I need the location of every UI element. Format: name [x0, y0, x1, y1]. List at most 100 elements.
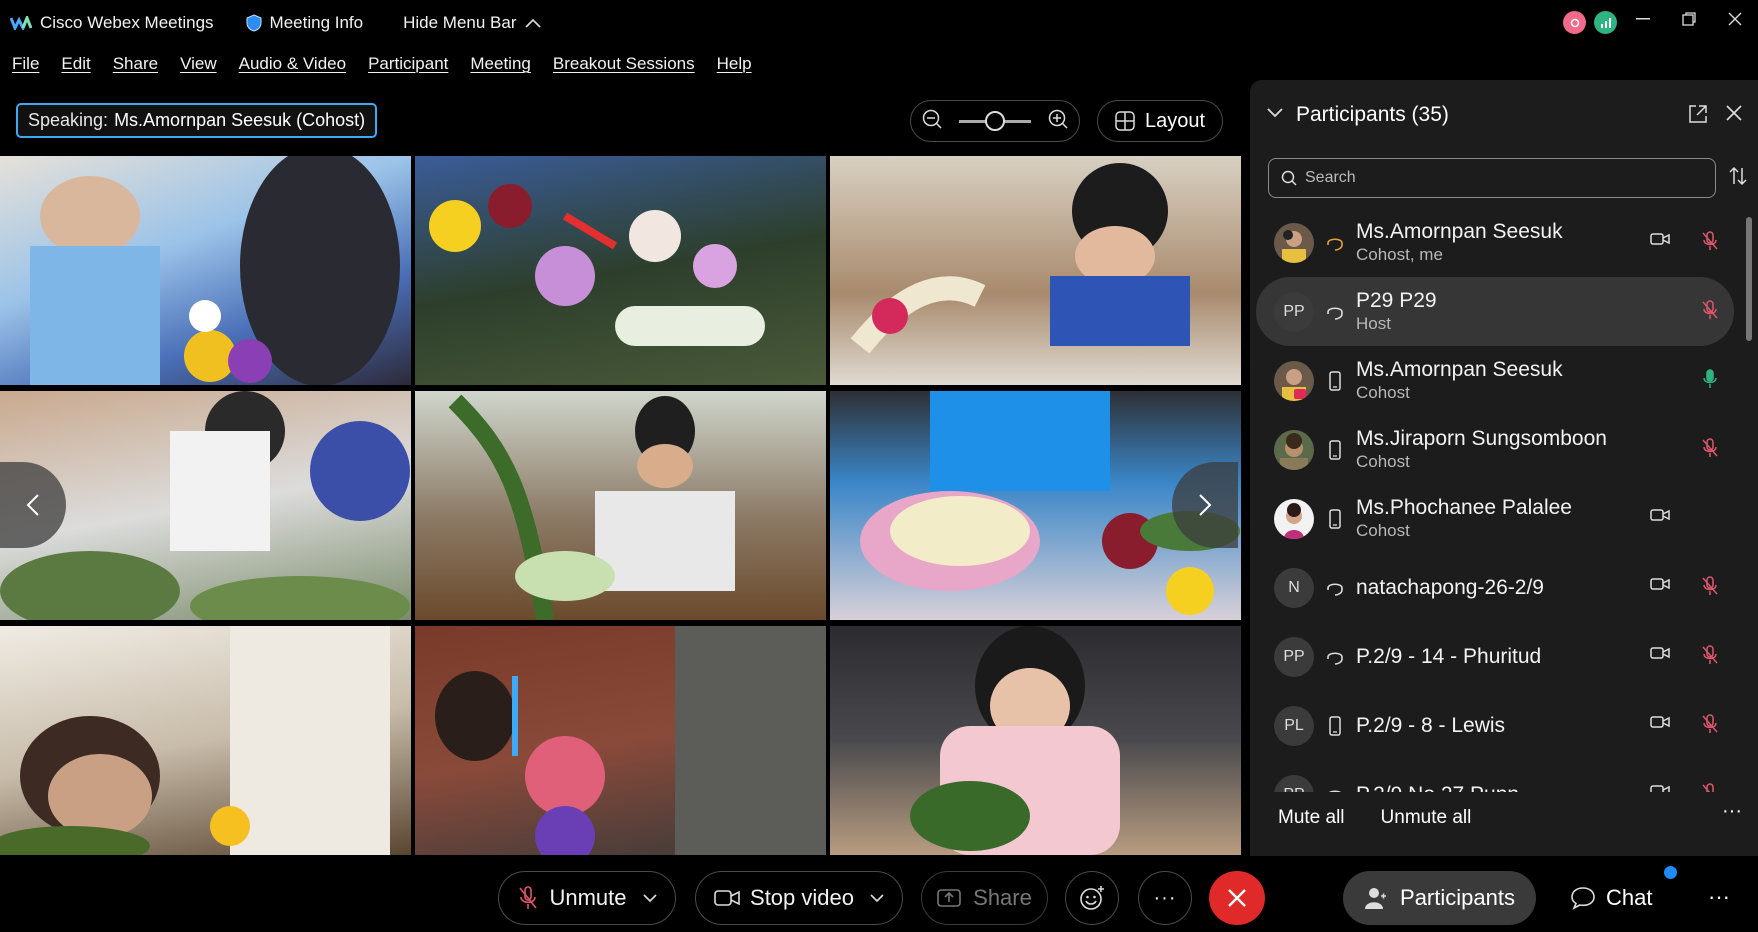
participant-row[interactable]: Ms.Jiraporn Sungsomboon Cohost [1250, 415, 1740, 484]
speaking-label: Speaking: [28, 110, 109, 130]
video-camera-icon[interactable] [1650, 715, 1670, 734]
menu-file[interactable]: File [12, 54, 39, 74]
menu-share[interactable]: Share [113, 54, 158, 74]
chat-button[interactable]: Chat [1570, 871, 1652, 925]
participant-row[interactable]: PP P.2/9 - 14 - Phuritud [1250, 622, 1740, 691]
webex-logo-icon [10, 15, 32, 31]
chevron-down-icon [642, 894, 657, 903]
participant-row[interactable]: Ms.Amornpan Seesuk Cohost, me [1250, 208, 1740, 277]
zoom-slider[interactable] [959, 110, 1031, 131]
unmute-all-button[interactable]: Unmute all [1381, 807, 1472, 829]
participant-row[interactable]: Ms.Amornpan Seesuk Cohost [1250, 346, 1740, 415]
meeting-info-button[interactable]: Meeting Info [246, 13, 363, 33]
muted-mic-icon[interactable] [1700, 782, 1720, 792]
avatar-initials: N [1288, 578, 1300, 596]
pop-out-icon[interactable] [1688, 104, 1708, 129]
stop-video-button[interactable]: Stop video [695, 871, 903, 925]
video-tile[interactable] [0, 156, 411, 385]
video-tile[interactable] [415, 156, 826, 385]
participant-info: P.2/9 - 8 - Lewis [1356, 714, 1505, 738]
headset-icon [1324, 303, 1346, 321]
close-icon [1228, 889, 1246, 907]
muted-mic-icon[interactable] [1700, 437, 1720, 464]
sort-icon[interactable] [1728, 166, 1748, 191]
more-toolbar-options-icon[interactable]: ··· [1708, 884, 1730, 910]
mute-all-button[interactable]: Mute all [1278, 807, 1345, 829]
menu-audio-video[interactable]: Audio & Video [239, 54, 346, 74]
unmute-label: Unmute [549, 885, 627, 910]
scrollbar-thumb[interactable] [1746, 217, 1752, 341]
more-options-icon[interactable]: ··· [1722, 800, 1742, 823]
avatar: PP [1274, 291, 1314, 332]
participant-search [1268, 158, 1716, 198]
muted-mic-icon[interactable] [1700, 230, 1720, 257]
participant-name: P.2/9 - 14 - Phuritud [1356, 644, 1542, 668]
video-tile[interactable] [830, 626, 1241, 855]
menu-meeting[interactable]: Meeting [470, 54, 530, 74]
participant-name: Ms.Phochanee Palalee [1356, 496, 1572, 519]
video-camera-icon [714, 890, 740, 906]
participant-name: Ms.Jiraporn Sungsomboon [1356, 427, 1607, 450]
restore-icon[interactable] [1666, 0, 1712, 38]
layout-button[interactable]: Layout [1097, 100, 1223, 142]
participants-panel: Participants (35) Ms.Amornpan Seesuk Coh… [1250, 80, 1758, 856]
headset-icon [1324, 234, 1346, 252]
search-input[interactable] [1305, 169, 1685, 187]
avatar: PP [1274, 774, 1314, 792]
video-camera-icon[interactable] [1650, 508, 1670, 527]
video-camera-icon[interactable] [1650, 232, 1670, 251]
participant-row[interactable]: PL P.2/9 - 8 - Lewis [1250, 691, 1740, 760]
active-mic-icon[interactable] [1700, 368, 1720, 395]
participants-button[interactable]: Participants [1343, 871, 1536, 925]
reactions-button[interactable] [1065, 871, 1119, 925]
phone-icon [1324, 370, 1346, 391]
participant-name: P29 P29 [1356, 289, 1437, 312]
hide-menu-bar-button[interactable]: Hide Menu Bar [403, 13, 541, 33]
avatar [1274, 222, 1314, 263]
muted-mic-icon[interactable] [1700, 713, 1720, 740]
unmute-button[interactable]: Unmute [498, 871, 676, 925]
video-camera-icon[interactable] [1650, 784, 1670, 792]
muted-mic-icon[interactable] [1700, 644, 1720, 671]
minimize-icon[interactable] [1620, 0, 1666, 38]
chevron-right-icon [1199, 494, 1212, 516]
video-tile[interactable] [0, 626, 411, 855]
menu-breakout-sessions[interactable]: Breakout Sessions [553, 54, 695, 74]
menu-help[interactable]: Help [717, 54, 752, 74]
network-health-icon[interactable] [1594, 11, 1617, 34]
participant-row[interactable]: N natachapong-26-2/9 [1250, 553, 1740, 622]
muted-mic-icon[interactable] [1700, 299, 1720, 326]
zoom-out-icon[interactable] [921, 108, 943, 135]
muted-mic-icon [519, 886, 538, 909]
participant-list-scrollbar[interactable] [1746, 205, 1752, 785]
participant-name: Ms.Amornpan Seesuk [1356, 358, 1563, 381]
share-button[interactable]: Share [921, 871, 1048, 925]
video-camera-icon[interactable] [1650, 646, 1670, 665]
menu-view[interactable]: View [180, 54, 217, 74]
hide-menu-label: Hide Menu Bar [403, 13, 517, 32]
avatar-initials: PP [1283, 302, 1305, 320]
title-bar: Cisco Webex Meetings Meeting Info Hide M… [0, 0, 1758, 46]
participant-row[interactable]: PP P.2/9 No.27 Punn [1250, 760, 1740, 792]
zoom-slider-handle[interactable] [985, 110, 1005, 131]
leave-meeting-button[interactable] [1209, 871, 1265, 925]
muted-mic-icon[interactable] [1700, 575, 1720, 602]
menu-edit[interactable]: Edit [61, 54, 90, 74]
more-options-button[interactable]: ··· [1138, 871, 1192, 925]
avatar: PP [1274, 636, 1314, 677]
menu-participant[interactable]: Participant [368, 54, 448, 74]
participants-icon [1365, 888, 1387, 909]
video-camera-icon[interactable] [1650, 577, 1670, 596]
video-tile[interactable] [830, 156, 1241, 385]
zoom-in-icon[interactable] [1047, 108, 1069, 135]
close-window-icon[interactable] [1712, 0, 1758, 38]
video-tile[interactable] [415, 391, 826, 620]
stop-video-label: Stop video [750, 885, 854, 910]
collapse-panel-icon[interactable] [1266, 106, 1284, 124]
participant-info: natachapong-26-2/9 [1356, 576, 1544, 600]
participant-row[interactable]: PP P29 P29 Host [1256, 277, 1734, 346]
video-tile[interactable] [415, 626, 826, 855]
participant-row[interactable]: Ms.Phochanee Palalee Cohost [1250, 484, 1740, 553]
close-panel-icon[interactable] [1726, 105, 1742, 126]
recording-status-icon[interactable] [1563, 11, 1586, 34]
